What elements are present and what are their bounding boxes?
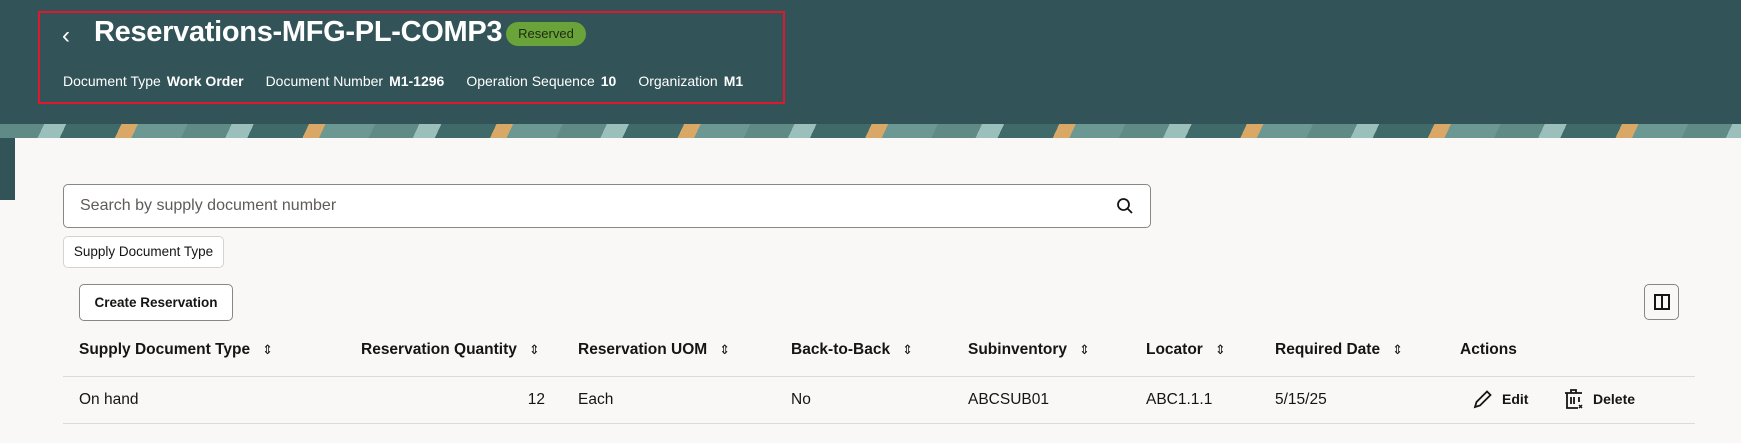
column-label: Required Date: [1275, 341, 1381, 358]
cell-subinventory: ABCSUB01: [968, 391, 1049, 408]
cell-back-to-back: No: [791, 391, 811, 408]
filter-chip-supply-document-type[interactable]: Supply Document Type: [63, 236, 224, 268]
edit-label: Edit: [1502, 391, 1529, 407]
page-title: Reservations-MFG-PL-COMP3: [94, 16, 503, 48]
columns-icon: [1653, 294, 1670, 310]
column-label: Supply Document Type: [79, 341, 251, 358]
search-input[interactable]: Search by supply document number: [63, 184, 1151, 228]
cell-supply-document-type: On hand: [79, 391, 139, 408]
meta-value: M1-1296: [389, 73, 445, 89]
meta-organization: Organization M1: [638, 73, 743, 89]
column-toggle-button[interactable]: [1644, 284, 1679, 320]
column-header-supply-document-type[interactable]: Supply Document Type ⇕: [79, 341, 273, 359]
sort-icon[interactable]: ⇕: [719, 342, 730, 357]
back-chevron-icon[interactable]: ‹: [62, 22, 70, 50]
sort-icon[interactable]: ⇕: [1079, 342, 1090, 357]
row-divider: [63, 423, 1695, 424]
header-divider: [63, 376, 1695, 377]
column-label: Reservation Quantity: [361, 341, 517, 358]
column-header-actions: Actions: [1460, 341, 1517, 358]
column-label: Subinventory: [968, 341, 1068, 358]
meta-document-number: Document Number M1-1296: [266, 73, 445, 89]
create-reservation-button[interactable]: Create Reservation: [79, 284, 233, 321]
meta-document-type: Document Type Work Order: [63, 73, 244, 89]
delete-label: Delete: [1593, 391, 1636, 407]
sort-icon[interactable]: ⇕: [902, 342, 913, 357]
meta-value: 10: [600, 73, 617, 89]
column-label: Back-to-Back: [791, 341, 891, 358]
meta-label: Document Type: [63, 73, 161, 89]
sort-icon[interactable]: ⇕: [1392, 342, 1403, 357]
column-header-required-date[interactable]: Required Date ⇕: [1275, 341, 1403, 359]
column-label: Locator: [1146, 341, 1203, 358]
cell-reservation-uom: Each: [578, 391, 614, 408]
meta-label: Organization: [638, 73, 718, 89]
meta-label: Document Number: [265, 73, 384, 89]
cell-reservation-quantity: 12: [527, 391, 545, 408]
sort-icon[interactable]: ⇕: [529, 342, 540, 357]
header-meta: Document Type Work Order Document Number M…: [63, 73, 743, 89]
trash-icon: [1565, 389, 1583, 409]
meta-value: M1: [723, 73, 744, 89]
cell-locator: ABC1.1.1: [1146, 391, 1213, 408]
column-header-locator[interactable]: Locator ⇕: [1146, 341, 1226, 359]
search-icon[interactable]: [1116, 197, 1134, 215]
cell-required-date: 5/15/25: [1275, 391, 1327, 408]
sort-icon[interactable]: ⇕: [1215, 342, 1226, 357]
pencil-icon: [1473, 390, 1492, 409]
edit-button[interactable]: Edit: [1472, 388, 1528, 410]
meta-label: Operation Sequence: [466, 73, 595, 89]
status-badge: Reserved: [506, 22, 586, 46]
meta-operation-sequence: Operation Sequence 10: [466, 73, 616, 89]
column-header-reservation-uom[interactable]: Reservation UOM ⇕: [578, 341, 730, 359]
column-label: Reservation UOM: [578, 341, 708, 358]
meta-value: Work Order: [166, 73, 244, 89]
sort-icon[interactable]: ⇕: [262, 342, 273, 357]
delete-button[interactable]: Delete: [1563, 388, 1635, 410]
search-placeholder: Search by supply document number: [80, 197, 337, 214]
header-banner: [0, 124, 1741, 138]
column-header-subinventory[interactable]: Subinventory ⇕: [968, 341, 1090, 359]
column-header-back-to-back[interactable]: Back-to-Back ⇕: [791, 341, 913, 359]
column-header-reservation-quantity[interactable]: Reservation Quantity ⇕: [361, 341, 540, 359]
